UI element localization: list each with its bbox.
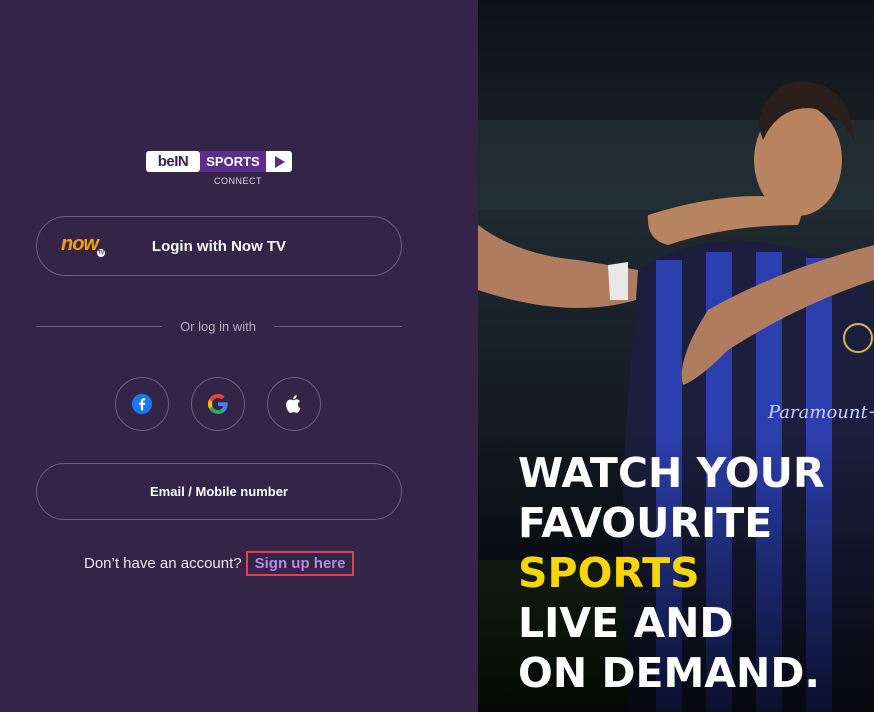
apple-icon [286, 395, 301, 413]
logo-bein: beIN [146, 151, 200, 172]
hero-line-2: FAVOURITE [518, 499, 773, 547]
nowtv-button-label: Login with Now TV [151, 237, 287, 255]
divider-line-left [36, 326, 162, 327]
logo-sports: SPORTS [200, 151, 266, 172]
play-icon [266, 151, 292, 172]
facebook-login-button[interactable] [115, 377, 169, 431]
hero-headline: WATCH YOUR FAVOURITE SPORTS LIVE AND ON … [518, 448, 825, 698]
hero-panel: Paramount+ WATCH YOUR FAVOURITE SPORTS L… [478, 0, 874, 712]
logo-connect: CONNECT [214, 176, 262, 186]
email-mobile-login-button[interactable]: Email / Mobile number [36, 463, 402, 520]
nowtv-logo-badge: TV [97, 249, 105, 257]
or-divider: Or log in with [36, 317, 402, 337]
hero-line-3-highlight: SPORTS [518, 549, 700, 597]
signup-row: Don’t have an account? Sign up here [84, 550, 355, 576]
facebook-icon [131, 393, 153, 415]
bein-sports-connect-logo: beIN SPORTS CONNECT [146, 151, 292, 189]
svg-text:Paramount+: Paramount+ [767, 402, 874, 423]
hero-line-4: LIVE AND [518, 599, 734, 647]
login-with-nowtv-button[interactable]: now TV Login with Now TV [36, 216, 402, 276]
login-page: beIN SPORTS CONNECT now TV Login with No… [0, 0, 874, 712]
hero-line-1: WATCH YOUR [518, 449, 825, 497]
divider-text: Or log in with [180, 319, 256, 334]
signup-link[interactable]: Sign up here [245, 550, 355, 576]
apple-login-button[interactable] [267, 377, 321, 431]
nowtv-logo-icon: now TV [61, 231, 109, 261]
google-login-button[interactable] [191, 377, 245, 431]
signup-prompt: Don’t have an account? [84, 554, 242, 572]
divider-line-right [274, 326, 402, 327]
google-icon [207, 393, 228, 415]
nowtv-logo-text: now [61, 233, 99, 255]
hero-line-5: ON DEMAND. [518, 649, 820, 697]
login-panel: beIN SPORTS CONNECT now TV Login with No… [0, 0, 478, 712]
email-button-label: Email / Mobile number [150, 484, 288, 499]
